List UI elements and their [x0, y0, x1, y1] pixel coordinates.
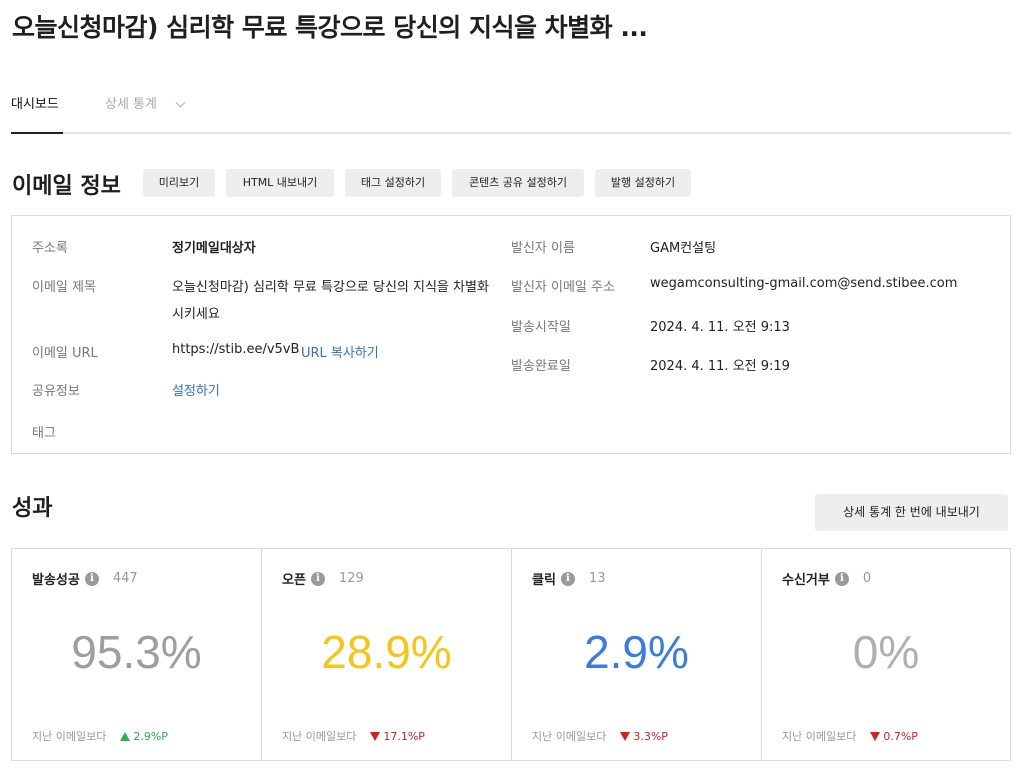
stat-card-count: 13 — [588, 571, 606, 586]
stat-card-label: 오픈 — [282, 573, 306, 588]
trend-down-icon — [370, 731, 381, 741]
share-info-label: 공유정보 — [32, 384, 80, 399]
sender-name-label: 발신자 이름 — [511, 241, 575, 256]
send-end-label: 발송완료일 — [511, 359, 571, 374]
performance-title: 성과 — [12, 496, 53, 521]
info-icon[interactable]: i — [560, 571, 575, 586]
tab-dashboard[interactable]: 대시보드 — [11, 88, 63, 134]
send-start-label: 발송시작일 — [511, 320, 571, 335]
stat-card-unsubscribe: 수신거부 i 0 0% 지난 이메일보다 0.7%P — [761, 548, 1011, 761]
stat-card-count: 447 — [112, 571, 138, 586]
tab-detail-stats[interactable]: 상세 통계 — [105, 88, 186, 134]
page-title: 오늘신청마감) 심리학 무료 특강으로 당신의 지식을 차별화 ... — [12, 13, 648, 42]
stat-card-label: 발송성공 — [32, 573, 80, 588]
subject-value-line1: 오늘신청마감) 심리학 무료 특강으로 당신의 지식을 차별화 — [172, 280, 489, 295]
preview-button[interactable]: 미리보기 — [143, 169, 215, 197]
email-url-value: https://stib.ee/v5vB — [172, 342, 300, 357]
stat-card-open: 오픈 i 129 28.9% 지난 이메일보다 17.1%P — [261, 548, 512, 761]
address-book-label: 주소록 — [32, 241, 68, 256]
compare-label: 지난 이메일보다 — [532, 730, 607, 743]
stat-card-click: 클릭 i 13 2.9% 지난 이메일보다 3.3%P — [511, 548, 762, 761]
trend-delta: 17.1%P — [383, 729, 425, 743]
sender-email-value: wegamconsulting-gmail.com@send.stibee.co… — [650, 276, 958, 291]
trend-up-icon — [120, 731, 131, 741]
content-share-button[interactable]: 콘텐츠 공유 설정하기 — [452, 169, 584, 197]
info-icon[interactable]: i — [834, 571, 849, 586]
send-end-value: 2024. 4. 11. 오전 9:19 — [650, 359, 790, 374]
chevron-down-icon — [175, 97, 186, 108]
info-icon[interactable]: i — [84, 571, 99, 586]
subject-value-line2: 시키세요 — [172, 307, 220, 322]
stat-card-delivered: 발송성공 i 447 95.3% 지난 이메일보다 2.9%P — [11, 548, 262, 761]
trend-delta: 2.9%P — [133, 729, 168, 743]
subject-label: 이메일 제목 — [32, 280, 96, 295]
url-copy-link[interactable]: URL 복사하기 — [301, 342, 379, 361]
stat-card-count: 0 — [862, 571, 872, 586]
trend-down-icon — [620, 731, 631, 741]
export-stats-button[interactable]: 상세 통계 한 번에 내보내기 — [815, 494, 1008, 531]
tag-settings-button[interactable]: 태그 설정하기 — [345, 169, 441, 197]
stat-card-percent: 28.9% — [321, 626, 452, 678]
stat-card-count: 129 — [338, 571, 364, 586]
email-url-label: 이메일 URL — [32, 346, 98, 361]
stat-card-percent: 95.3% — [71, 626, 202, 678]
tab-bar: 대시보드 상세 통계 — [11, 88, 1011, 134]
compare-label: 지난 이메일보다 — [782, 730, 857, 743]
trend-down-icon — [870, 731, 881, 741]
sender-email-label: 발신자 이메일 주소 — [511, 280, 615, 295]
address-book-value: 정기메일대상자 — [172, 241, 256, 256]
compare-label: 지난 이메일보다 — [32, 730, 107, 743]
tab-detail-stats-label: 상세 통계 — [105, 97, 157, 112]
email-info-panel: 주소록 정기메일대상자 이메일 제목 오늘신청마감) 심리학 무료 특강으로 당… — [11, 215, 1011, 454]
stat-card-percent: 0% — [852, 626, 920, 678]
stat-card-percent: 2.9% — [584, 626, 689, 678]
info-icon[interactable]: i — [310, 571, 325, 586]
email-info-title: 이메일 정보 — [12, 174, 121, 199]
publish-settings-button[interactable]: 발행 설정하기 — [595, 169, 691, 197]
stat-card-label: 클릭 — [532, 573, 556, 588]
send-start-value: 2024. 4. 11. 오전 9:13 — [650, 320, 790, 335]
trend-delta: 3.3%P — [633, 729, 668, 743]
share-settings-link[interactable]: 설정하기 — [172, 380, 220, 399]
html-export-button[interactable]: HTML 내보내기 — [226, 169, 334, 197]
compare-label: 지난 이메일보다 — [282, 730, 357, 743]
stat-card-label: 수신거부 — [782, 573, 830, 588]
tag-label: 태그 — [32, 426, 56, 441]
sender-name-value: GAM컨설팅 — [650, 241, 717, 256]
trend-delta: 0.7%P — [883, 729, 918, 743]
